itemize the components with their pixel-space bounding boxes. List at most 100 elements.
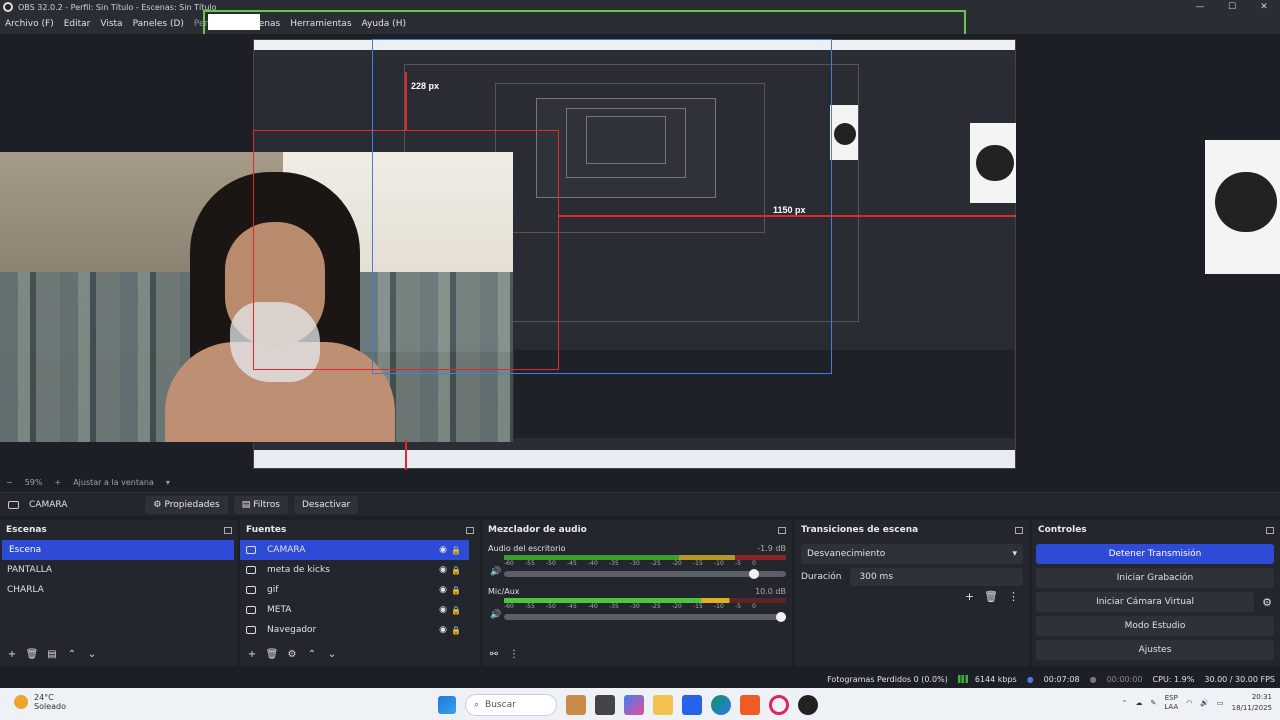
source-item[interactable]: meta de kicks ◉ 🔒 xyxy=(240,560,469,580)
lock-icon[interactable]: 🔒 xyxy=(451,586,461,595)
eye-icon[interactable]: ◉ xyxy=(439,605,447,615)
add-icon[interactable]: + xyxy=(965,590,974,603)
chevron-down-icon[interactable]: ▾ xyxy=(166,478,170,487)
link-icon[interactable]: ⚯ xyxy=(486,648,502,662)
menu-editar[interactable]: Editar xyxy=(64,19,91,29)
trash-icon[interactable]: 🗑 xyxy=(24,648,40,662)
scene-item[interactable]: Escena xyxy=(2,540,234,560)
store-icon[interactable] xyxy=(682,695,702,715)
scene-item[interactable]: CHARLA xyxy=(0,580,238,600)
widgets-icon[interactable] xyxy=(566,695,586,715)
zoom-out-button[interactable]: − xyxy=(6,478,13,487)
gear-icon[interactable]: ⚙ xyxy=(284,648,300,662)
menu-herramientas[interactable]: Herramientas xyxy=(290,19,351,29)
transition-select[interactable]: Desvanecimiento ▾ xyxy=(801,544,1023,564)
menu-paneles[interactable]: Paneles (D) xyxy=(133,19,184,29)
windows-taskbar: 24°C Soleado ⌕ Buscar ⌃ ☁ ✎ ESP LAA ◠ 🔊 ▭… xyxy=(0,688,1280,720)
taskbar-search[interactable]: ⌕ Buscar xyxy=(465,694,557,716)
eye-icon[interactable]: ◉ xyxy=(439,545,447,555)
eye-icon[interactable]: ◉ xyxy=(439,585,447,595)
undock-icon[interactable] xyxy=(224,526,232,534)
copilot-icon[interactable] xyxy=(624,695,644,715)
stop-streaming-button[interactable]: Detener Transmisión xyxy=(1036,544,1274,564)
obs-logo-icon xyxy=(3,2,13,12)
search-icon: ⌕ xyxy=(474,700,480,710)
source-item[interactable]: Navegador ◉ 🔒 xyxy=(240,620,469,640)
lock-icon[interactable]: 🔒 xyxy=(451,566,461,575)
language-indicator[interactable]: ESP LAA xyxy=(1164,694,1178,712)
obs-icon[interactable] xyxy=(798,695,818,715)
file-explorer-icon[interactable] xyxy=(653,695,673,715)
filter-icon: ▤ xyxy=(241,499,251,510)
deactivate-label: Desactivar xyxy=(301,499,351,510)
brave-icon[interactable] xyxy=(740,695,760,715)
settings-button[interactable]: Ajustes xyxy=(1036,640,1274,660)
slider-knob[interactable] xyxy=(776,612,786,622)
speaker-icon[interactable]: 🔊 xyxy=(490,567,501,577)
task-view-icon[interactable] xyxy=(595,695,615,715)
lock-icon[interactable]: 🔒 xyxy=(451,626,461,635)
fit-window-dropdown[interactable]: Ajustar a la ventana xyxy=(73,478,154,487)
more-icon[interactable]: ⋮ xyxy=(506,648,522,662)
chevron-up-icon[interactable]: ⌃ xyxy=(1122,699,1128,707)
scene-item[interactable]: PANTALLA xyxy=(0,560,238,580)
chevron-up-icon[interactable]: ⌃ xyxy=(304,648,320,662)
program-preview[interactable]: 228 px 1150 px xyxy=(0,34,1280,474)
undock-icon[interactable] xyxy=(778,526,786,534)
deactivate-button[interactable]: Desactivar xyxy=(293,495,359,514)
undock-icon[interactable] xyxy=(1015,526,1023,534)
edge-icon[interactable] xyxy=(711,695,731,715)
chevron-up-icon[interactable]: ⌃ xyxy=(64,648,80,662)
source-item[interactable]: META ◉ 🔒 xyxy=(240,600,469,620)
trash-icon[interactable]: 🗑 xyxy=(264,648,280,662)
onedrive-icon[interactable]: ☁ xyxy=(1135,699,1142,707)
gear-icon[interactable]: ⚙ xyxy=(1262,596,1272,609)
source-label: CAMARA xyxy=(267,545,306,555)
battery-icon[interactable]: ▭ xyxy=(1217,699,1224,707)
source-item[interactable]: gif ◉ 🔒 xyxy=(240,580,469,600)
eye-icon[interactable]: ◉ xyxy=(439,625,447,635)
menu-vista[interactable]: Vista xyxy=(100,19,122,29)
volume-slider[interactable]: 🔊 xyxy=(490,567,786,579)
slider-knob[interactable] xyxy=(749,569,759,579)
clock[interactable]: 20:31 18/11/2025 xyxy=(1232,692,1272,714)
volume-icon[interactable]: 🔊 xyxy=(1200,699,1209,707)
filter-icon[interactable]: ▤ xyxy=(44,648,60,662)
speaker-icon[interactable]: 🔊 xyxy=(490,610,501,620)
duration-field[interactable]: 300 ms xyxy=(849,568,1023,586)
add-icon[interactable]: + xyxy=(244,648,260,662)
source-item[interactable]: CAMARA ◉ 🔒 xyxy=(240,540,469,560)
windows-start-icon[interactable] xyxy=(438,696,456,714)
lock-icon[interactable]: 🔒 xyxy=(451,546,461,555)
minimize-button[interactable]: — xyxy=(1184,0,1216,14)
wifi-icon[interactable]: ◠ xyxy=(1186,699,1192,707)
more-icon[interactable]: ⋮ xyxy=(1008,590,1019,603)
filters-button[interactable]: ▤ Filtros xyxy=(233,495,288,514)
close-button[interactable]: ✕ xyxy=(1248,0,1280,14)
start-virtual-camera-button[interactable]: Iniciar Cámara Virtual xyxy=(1036,592,1255,612)
chevron-down-icon[interactable]: ⌄ xyxy=(324,648,340,662)
volume-slider[interactable]: 🔊 xyxy=(490,610,786,622)
title-bar: OBS 32.0.2 - Perfil: Sin Título - Escena… xyxy=(0,0,1280,14)
trash-icon[interactable]: 🗑 xyxy=(984,590,998,603)
maximize-button[interactable]: ☐ xyxy=(1216,0,1248,14)
eye-icon[interactable]: ◉ xyxy=(439,565,447,575)
start-recording-button[interactable]: Iniciar Grabación xyxy=(1036,568,1274,588)
undock-icon[interactable] xyxy=(1266,526,1274,534)
duration-label: Duración xyxy=(801,572,842,582)
chevron-down-icon[interactable]: ⌄ xyxy=(84,648,100,662)
source-toolbar: CAMARA ⚙ Propiedades ▤ Filtros Desactivar xyxy=(0,492,1280,516)
menu-archivo[interactable]: Archivo (F) xyxy=(5,19,54,29)
opera-icon[interactable] xyxy=(769,695,789,715)
menu-ayuda[interactable]: Ayuda (H) xyxy=(362,19,406,29)
system-tray: ⌃ ☁ ✎ ESP LAA ◠ 🔊 ▭ 20:31 18/11/2025 xyxy=(1122,692,1272,714)
lock-icon[interactable]: 🔒 xyxy=(451,606,461,615)
controls-title: Controles xyxy=(1038,525,1087,535)
undock-icon[interactable] xyxy=(466,526,474,534)
properties-button[interactable]: ⚙ Propiedades xyxy=(145,495,228,514)
pen-icon[interactable]: ✎ xyxy=(1150,699,1156,707)
add-icon[interactable]: + xyxy=(4,648,20,662)
studio-mode-button[interactable]: Modo Estudio xyxy=(1036,616,1274,636)
zoom-in-button[interactable]: + xyxy=(54,478,61,487)
weather-widget[interactable]: 24°C Soleado xyxy=(14,693,66,711)
